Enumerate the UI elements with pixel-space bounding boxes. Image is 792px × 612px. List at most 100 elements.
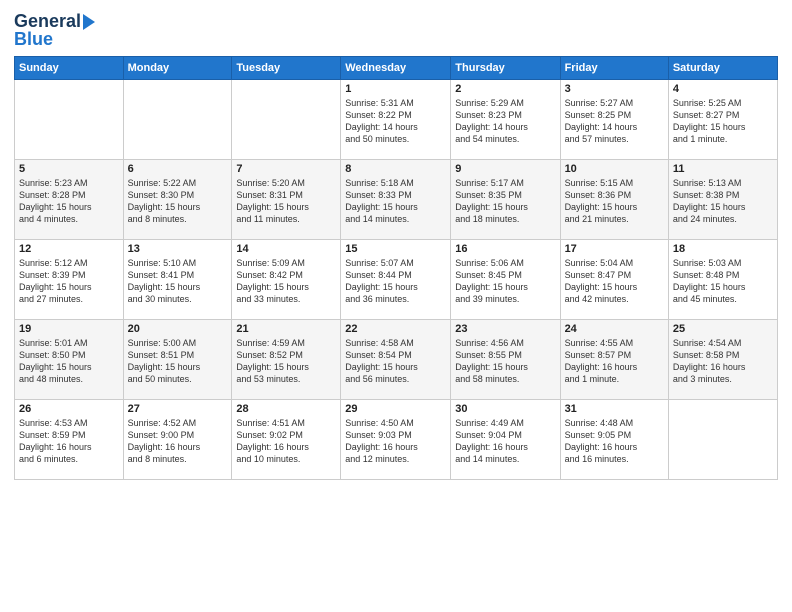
day-number: 12 (19, 243, 119, 255)
day-number: 18 (673, 243, 773, 255)
day-info: Sunrise: 4:58 AMSunset: 8:54 PMDaylight:… (345, 337, 446, 386)
day-cell: 26 Sunrise: 4:53 AMSunset: 8:59 PMDayligh… (15, 399, 124, 479)
day-info: Sunrise: 5:29 AMSunset: 8:23 PMDaylight:… (455, 97, 555, 146)
day-number: 2 (455, 83, 555, 95)
logo-blue-text: Blue (14, 30, 53, 50)
day-cell: 5Sunrise: 5:23 AMSunset: 8:28 PMDaylight… (15, 159, 124, 239)
day-number: 9 (455, 163, 555, 175)
day-cell: 19 Sunrise: 5:01 AMSunset: 8:50 PMDayligh… (15, 319, 124, 399)
day-info: Sunrise: 5:22 AMSunset: 8:30 PMDaylight:… (128, 177, 228, 226)
day-cell: 31 Sunrise: 4:48 AMSunset: 9:05 PMDayligh… (560, 399, 668, 479)
day-number: 24 (565, 323, 664, 335)
day-cell: 16 Sunrise: 5:06 AMSunset: 8:45 PMDayligh… (451, 239, 560, 319)
day-cell: 27 Sunrise: 4:52 AMSunset: 9:00 PMDayligh… (123, 399, 232, 479)
day-cell: 9 Sunrise: 5:17 AMSunset: 8:35 PMDaylight… (451, 159, 560, 239)
day-number: 17 (565, 243, 664, 255)
day-number: 14 (236, 243, 336, 255)
calendar-header: SundayMondayTuesdayWednesdayThursdayFrid… (15, 56, 778, 79)
day-info: Sunrise: 4:52 AMSunset: 9:00 PMDaylight:… (128, 417, 228, 466)
day-number: 29 (345, 403, 446, 415)
day-info: Sunrise: 5:20 AMSunset: 8:31 PMDaylight:… (236, 177, 336, 226)
day-cell: 11Sunrise: 5:13 AMSunset: 8:38 PMDayligh… (668, 159, 777, 239)
calendar-table: SundayMondayTuesdayWednesdayThursdayFrid… (14, 56, 778, 480)
day-info: Sunrise: 4:54 AMSunset: 8:58 PMDaylight:… (673, 337, 773, 386)
day-cell: 14 Sunrise: 5:09 AMSunset: 8:42 PMDayligh… (232, 239, 341, 319)
day-info: Sunrise: 4:53 AMSunset: 8:59 PMDaylight:… (19, 417, 119, 466)
logo: General Blue (14, 12, 95, 50)
day-info: Sunrise: 4:49 AMSunset: 9:04 PMDaylight:… (455, 417, 555, 466)
logo-arrow-icon (83, 14, 95, 30)
header: General Blue (14, 12, 778, 50)
day-info: Sunrise: 5:06 AMSunset: 8:45 PMDaylight:… (455, 257, 555, 306)
calendar-body: 1 Sunrise: 5:31 AMSunset: 8:22 PMDaylight… (15, 79, 778, 479)
day-number: 27 (128, 403, 228, 415)
day-cell: 12Sunrise: 5:12 AMSunset: 8:39 PMDayligh… (15, 239, 124, 319)
day-cell: 20Sunrise: 5:00 AMSunset: 8:51 PMDayligh… (123, 319, 232, 399)
day-number: 15 (345, 243, 446, 255)
day-number: 11 (673, 163, 773, 175)
day-info: Sunrise: 5:31 AMSunset: 8:22 PMDaylight:… (345, 97, 446, 146)
day-number: 4 (673, 83, 773, 95)
day-number: 13 (128, 243, 228, 255)
day-number: 19 (19, 323, 119, 335)
weekday-header-saturday: Saturday (668, 56, 777, 79)
day-info: Sunrise: 5:09 AMSunset: 8:42 PMDaylight:… (236, 257, 336, 306)
day-info: Sunrise: 4:48 AMSunset: 9:05 PMDaylight:… (565, 417, 664, 466)
day-cell: 2 Sunrise: 5:29 AMSunset: 8:23 PMDaylight… (451, 79, 560, 159)
day-number: 10 (565, 163, 664, 175)
day-number: 8 (345, 163, 446, 175)
week-row-1: 1 Sunrise: 5:31 AMSunset: 8:22 PMDaylight… (15, 79, 778, 159)
weekday-header-friday: Friday (560, 56, 668, 79)
day-number: 21 (236, 323, 336, 335)
day-cell: 6 Sunrise: 5:22 AMSunset: 8:30 PMDaylight… (123, 159, 232, 239)
day-info: Sunrise: 4:55 AMSunset: 8:57 PMDaylight:… (565, 337, 664, 386)
day-cell: 17Sunrise: 5:04 AMSunset: 8:47 PMDayligh… (560, 239, 668, 319)
day-cell (232, 79, 341, 159)
day-cell: 4 Sunrise: 5:25 AMSunset: 8:27 PMDaylight… (668, 79, 777, 159)
day-info: Sunrise: 4:51 AMSunset: 9:02 PMDaylight:… (236, 417, 336, 466)
day-info: Sunrise: 5:01 AMSunset: 8:50 PMDaylight:… (19, 337, 119, 386)
day-cell: 30Sunrise: 4:49 AMSunset: 9:04 PMDayligh… (451, 399, 560, 479)
weekday-header-sunday: Sunday (15, 56, 124, 79)
day-cell (123, 79, 232, 159)
day-info: Sunrise: 5:27 AMSunset: 8:25 PMDaylight:… (565, 97, 664, 146)
weekday-header-wednesday: Wednesday (341, 56, 451, 79)
day-cell: 7 Sunrise: 5:20 AMSunset: 8:31 PMDaylight… (232, 159, 341, 239)
day-cell: 10 Sunrise: 5:15 AMSunset: 8:36 PMDayligh… (560, 159, 668, 239)
day-number: 16 (455, 243, 555, 255)
week-row-4: 19 Sunrise: 5:01 AMSunset: 8:50 PMDayligh… (15, 319, 778, 399)
day-cell: 23Sunrise: 4:56 AMSunset: 8:55 PMDayligh… (451, 319, 560, 399)
day-info: Sunrise: 5:17 AMSunset: 8:35 PMDaylight:… (455, 177, 555, 226)
day-info: Sunrise: 5:15 AMSunset: 8:36 PMDaylight:… (565, 177, 664, 226)
day-cell (15, 79, 124, 159)
day-cell: 1 Sunrise: 5:31 AMSunset: 8:22 PMDaylight… (341, 79, 451, 159)
page: General Blue SundayMondayTuesdayWednesda… (0, 0, 792, 612)
day-cell: 25 Sunrise: 4:54 AMSunset: 8:58 PMDayligh… (668, 319, 777, 399)
day-cell: 8Sunrise: 5:18 AMSunset: 8:33 PMDaylight… (341, 159, 451, 239)
day-info: Sunrise: 5:00 AMSunset: 8:51 PMDaylight:… (128, 337, 228, 386)
weekday-header-thursday: Thursday (451, 56, 560, 79)
day-cell: 13Sunrise: 5:10 AMSunset: 8:41 PMDayligh… (123, 239, 232, 319)
day-number: 7 (236, 163, 336, 175)
day-info: Sunrise: 5:03 AMSunset: 8:48 PMDaylight:… (673, 257, 773, 306)
day-number: 22 (345, 323, 446, 335)
day-number: 28 (236, 403, 336, 415)
day-cell: 21Sunrise: 4:59 AMSunset: 8:52 PMDayligh… (232, 319, 341, 399)
day-number: 25 (673, 323, 773, 335)
weekday-header-monday: Monday (123, 56, 232, 79)
day-cell: 24 Sunrise: 4:55 AMSunset: 8:57 PMDayligh… (560, 319, 668, 399)
day-number: 31 (565, 403, 664, 415)
day-number: 26 (19, 403, 119, 415)
day-info: Sunrise: 4:50 AMSunset: 9:03 PMDaylight:… (345, 417, 446, 466)
weekday-header-tuesday: Tuesday (232, 56, 341, 79)
day-cell: 15Sunrise: 5:07 AMSunset: 8:44 PMDayligh… (341, 239, 451, 319)
day-number: 5 (19, 163, 119, 175)
day-cell (668, 399, 777, 479)
day-number: 6 (128, 163, 228, 175)
day-cell: 18 Sunrise: 5:03 AMSunset: 8:48 PMDayligh… (668, 239, 777, 319)
week-row-3: 12Sunrise: 5:12 AMSunset: 8:39 PMDayligh… (15, 239, 778, 319)
day-info: Sunrise: 5:25 AMSunset: 8:27 PMDaylight:… (673, 97, 773, 146)
day-number: 1 (345, 83, 446, 95)
day-cell: 28 Sunrise: 4:51 AMSunset: 9:02 PMDayligh… (232, 399, 341, 479)
day-number: 23 (455, 323, 555, 335)
